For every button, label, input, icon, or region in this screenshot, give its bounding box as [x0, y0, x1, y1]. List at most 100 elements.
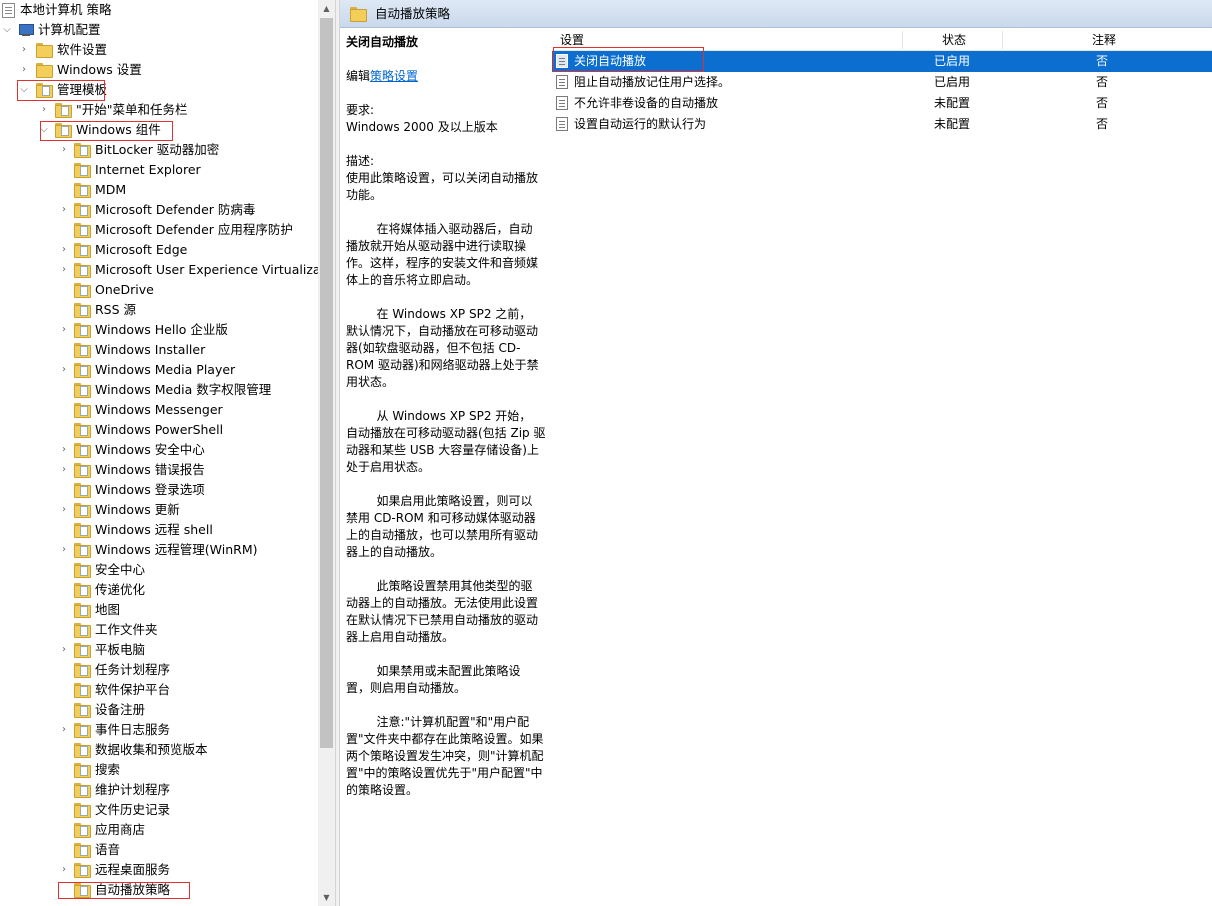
scroll-up-arrow-icon[interactable]: ▲: [318, 0, 335, 17]
policy-folder-icon: [74, 523, 91, 538]
tree-item-label: 事件日志服务: [95, 722, 171, 737]
tree-item[interactable]: RSS 源: [0, 300, 318, 320]
tree-item[interactable]: 数据收集和预览版本: [0, 740, 318, 760]
setting-comment: 否: [1096, 54, 1109, 68]
policy-folder-icon: [74, 383, 91, 398]
chevron-right-icon[interactable]: ›: [18, 60, 30, 80]
policy-folder-icon: [74, 143, 91, 158]
tree-item[interactable]: 设备注册: [0, 700, 318, 720]
settings-list[interactable]: 设置 状态 注释 关闭自动播放 已启用否阻止自动播放记住用户选择。 已启用否不允许非…: [552, 29, 1212, 135]
tree-item[interactable]: › Microsoft User Experience Virtualizatio…: [0, 260, 318, 280]
tree-item-label: Windows PowerShell: [95, 422, 224, 437]
list-row[interactable]: 不允许非卷设备的自动播放 未配置 否: [552, 93, 1212, 114]
tree-item[interactable]: › Windows 更新: [0, 500, 318, 520]
tree-item[interactable]: › 平板电脑: [0, 640, 318, 660]
tree-item-label: Windows Hello 企业版: [95, 322, 228, 337]
tree-item[interactable]: › Microsoft Edge: [0, 240, 318, 260]
description-line: 播放就开始从驱动器中进行读取操: [346, 239, 527, 253]
chevron-right-icon[interactable]: ›: [18, 40, 30, 60]
policy-folder-icon: [74, 303, 91, 318]
tree-item-windows-settings[interactable]: › Windows 设置: [0, 60, 318, 80]
chevron-right-icon[interactable]: ›: [58, 360, 70, 380]
tree-item[interactable]: 维护计划程序: [0, 780, 318, 800]
tree-item[interactable]: MDM: [0, 180, 318, 200]
tree-item[interactable]: › Windows 错误报告: [0, 460, 318, 480]
tree-item[interactable]: 软件保护平台: [0, 680, 318, 700]
tree-item[interactable]: 任务计划程序: [0, 660, 318, 680]
tree-scrollbar[interactable]: ▲ ▼: [318, 0, 335, 906]
tree-item-start-menu[interactable]: › "开始"菜单和任务栏: [0, 100, 318, 120]
description-line: 默认情况下，自动播放在可移动驱动: [346, 324, 539, 338]
chevron-down-icon[interactable]: ⌵: [1, 20, 13, 40]
tree-item[interactable]: Windows 登录选项: [0, 480, 318, 500]
column-header-comment[interactable]: 注释: [1092, 29, 1116, 51]
chevron-right-icon[interactable]: ›: [58, 440, 70, 460]
tree-item[interactable]: Windows Installer: [0, 340, 318, 360]
chevron-right-icon[interactable]: ›: [58, 860, 70, 880]
chevron-right-icon[interactable]: ›: [38, 100, 50, 120]
tree-item-computer-config[interactable]: ⌵ 计算机配置: [0, 20, 318, 40]
chevron-right-icon[interactable]: ›: [58, 640, 70, 660]
tree-item-label: 语音: [95, 842, 121, 857]
tree-item[interactable]: › 事件日志服务: [0, 720, 318, 740]
chevron-right-icon[interactable]: ›: [58, 200, 70, 220]
description-line: 处于启用状态。: [346, 460, 431, 474]
tree-item[interactable]: › 远程桌面服务: [0, 860, 318, 880]
tree-item[interactable]: › Windows Hello 企业版: [0, 320, 318, 340]
tree-item[interactable]: Microsoft Defender 应用程序防护: [0, 220, 318, 240]
chevron-right-icon[interactable]: ›: [58, 460, 70, 480]
list-row[interactable]: 阻止自动播放记住用户选择。 已启用 否: [552, 72, 1212, 93]
list-row[interactable]: 设置自动运行的默认行为 未配置 否: [552, 114, 1212, 135]
tree-root[interactable]: 本地计算机 策略: [0, 0, 318, 20]
tree-item-software-settings[interactable]: › 软件设置: [0, 40, 318, 60]
tree-item[interactable]: 搜索: [0, 760, 318, 780]
tree-item[interactable]: 安全中心: [0, 560, 318, 580]
chevron-right-icon[interactable]: ›: [58, 320, 70, 340]
policy-tree[interactable]: 本地计算机 策略 ⌵ 计算机配置 › 软件设置 › Windows 设置 ⌵ 管…: [0, 0, 318, 906]
chevron-right-icon[interactable]: ›: [58, 240, 70, 260]
policy-folder-icon: [74, 803, 91, 818]
tree-item[interactable]: Windows 远程 shell: [0, 520, 318, 540]
policy-folder-icon: [74, 743, 91, 758]
policy-folder-icon: [74, 603, 91, 618]
tree-item[interactable]: Internet Explorer: [0, 160, 318, 180]
tree-item[interactable]: 工作文件夹: [0, 620, 318, 640]
column-header-state[interactable]: 状态: [942, 29, 966, 51]
policy-folder-icon: [74, 543, 91, 558]
description-line: 动器和某些 USB 大容量存储设备)上: [346, 443, 539, 457]
policy-folder-icon: [74, 783, 91, 798]
scrollbar-thumb[interactable]: [320, 18, 333, 748]
chevron-right-icon[interactable]: ›: [58, 260, 70, 280]
tree-item[interactable]: › Windows 安全中心: [0, 440, 318, 460]
chevron-right-icon[interactable]: ›: [58, 140, 70, 160]
scroll-down-arrow-icon[interactable]: ▼: [318, 889, 335, 906]
tree-item[interactable]: 传递优化: [0, 580, 318, 600]
edit-policy-link[interactable]: 策略设置: [370, 69, 418, 83]
tree-item[interactable]: › BitLocker 驱动器加密: [0, 140, 318, 160]
tree-item[interactable]: › Windows 远程管理(WinRM): [0, 540, 318, 560]
description-line: 从 Windows XP SP2 开始，: [346, 409, 532, 423]
description-line: 在 Windows XP SP2 之前，: [346, 307, 532, 321]
tree-item[interactable]: › Windows Media Player: [0, 360, 318, 380]
tree-item-label: Microsoft Defender 应用程序防护: [95, 222, 293, 237]
column-separator: [1002, 31, 1003, 49]
tree-item[interactable]: Windows PowerShell: [0, 420, 318, 440]
tree-item[interactable]: 地图: [0, 600, 318, 620]
tree-item-label: 搜索: [95, 762, 121, 777]
chevron-right-icon[interactable]: ›: [58, 500, 70, 520]
tree-item[interactable]: Windows Messenger: [0, 400, 318, 420]
tree-item-label: Windows Media 数字权限管理: [95, 382, 272, 397]
chevron-right-icon[interactable]: ›: [58, 720, 70, 740]
tree-item-label: 文件历史记录: [95, 802, 171, 817]
tree-item[interactable]: OneDrive: [0, 280, 318, 300]
policy-folder-icon: [74, 763, 91, 778]
tree-item[interactable]: 文件历史记录: [0, 800, 318, 820]
tree-item[interactable]: 语音: [0, 840, 318, 860]
policy-folder-icon: [74, 203, 91, 218]
tree-item[interactable]: › Microsoft Defender 防病毒: [0, 200, 318, 220]
chevron-right-icon[interactable]: ›: [58, 540, 70, 560]
tree-item[interactable]: Windows Media 数字权限管理: [0, 380, 318, 400]
tree-item[interactable]: 应用商店: [0, 820, 318, 840]
tree-item-label: Windows Installer: [95, 342, 206, 357]
policy-folder-icon: [74, 323, 91, 338]
